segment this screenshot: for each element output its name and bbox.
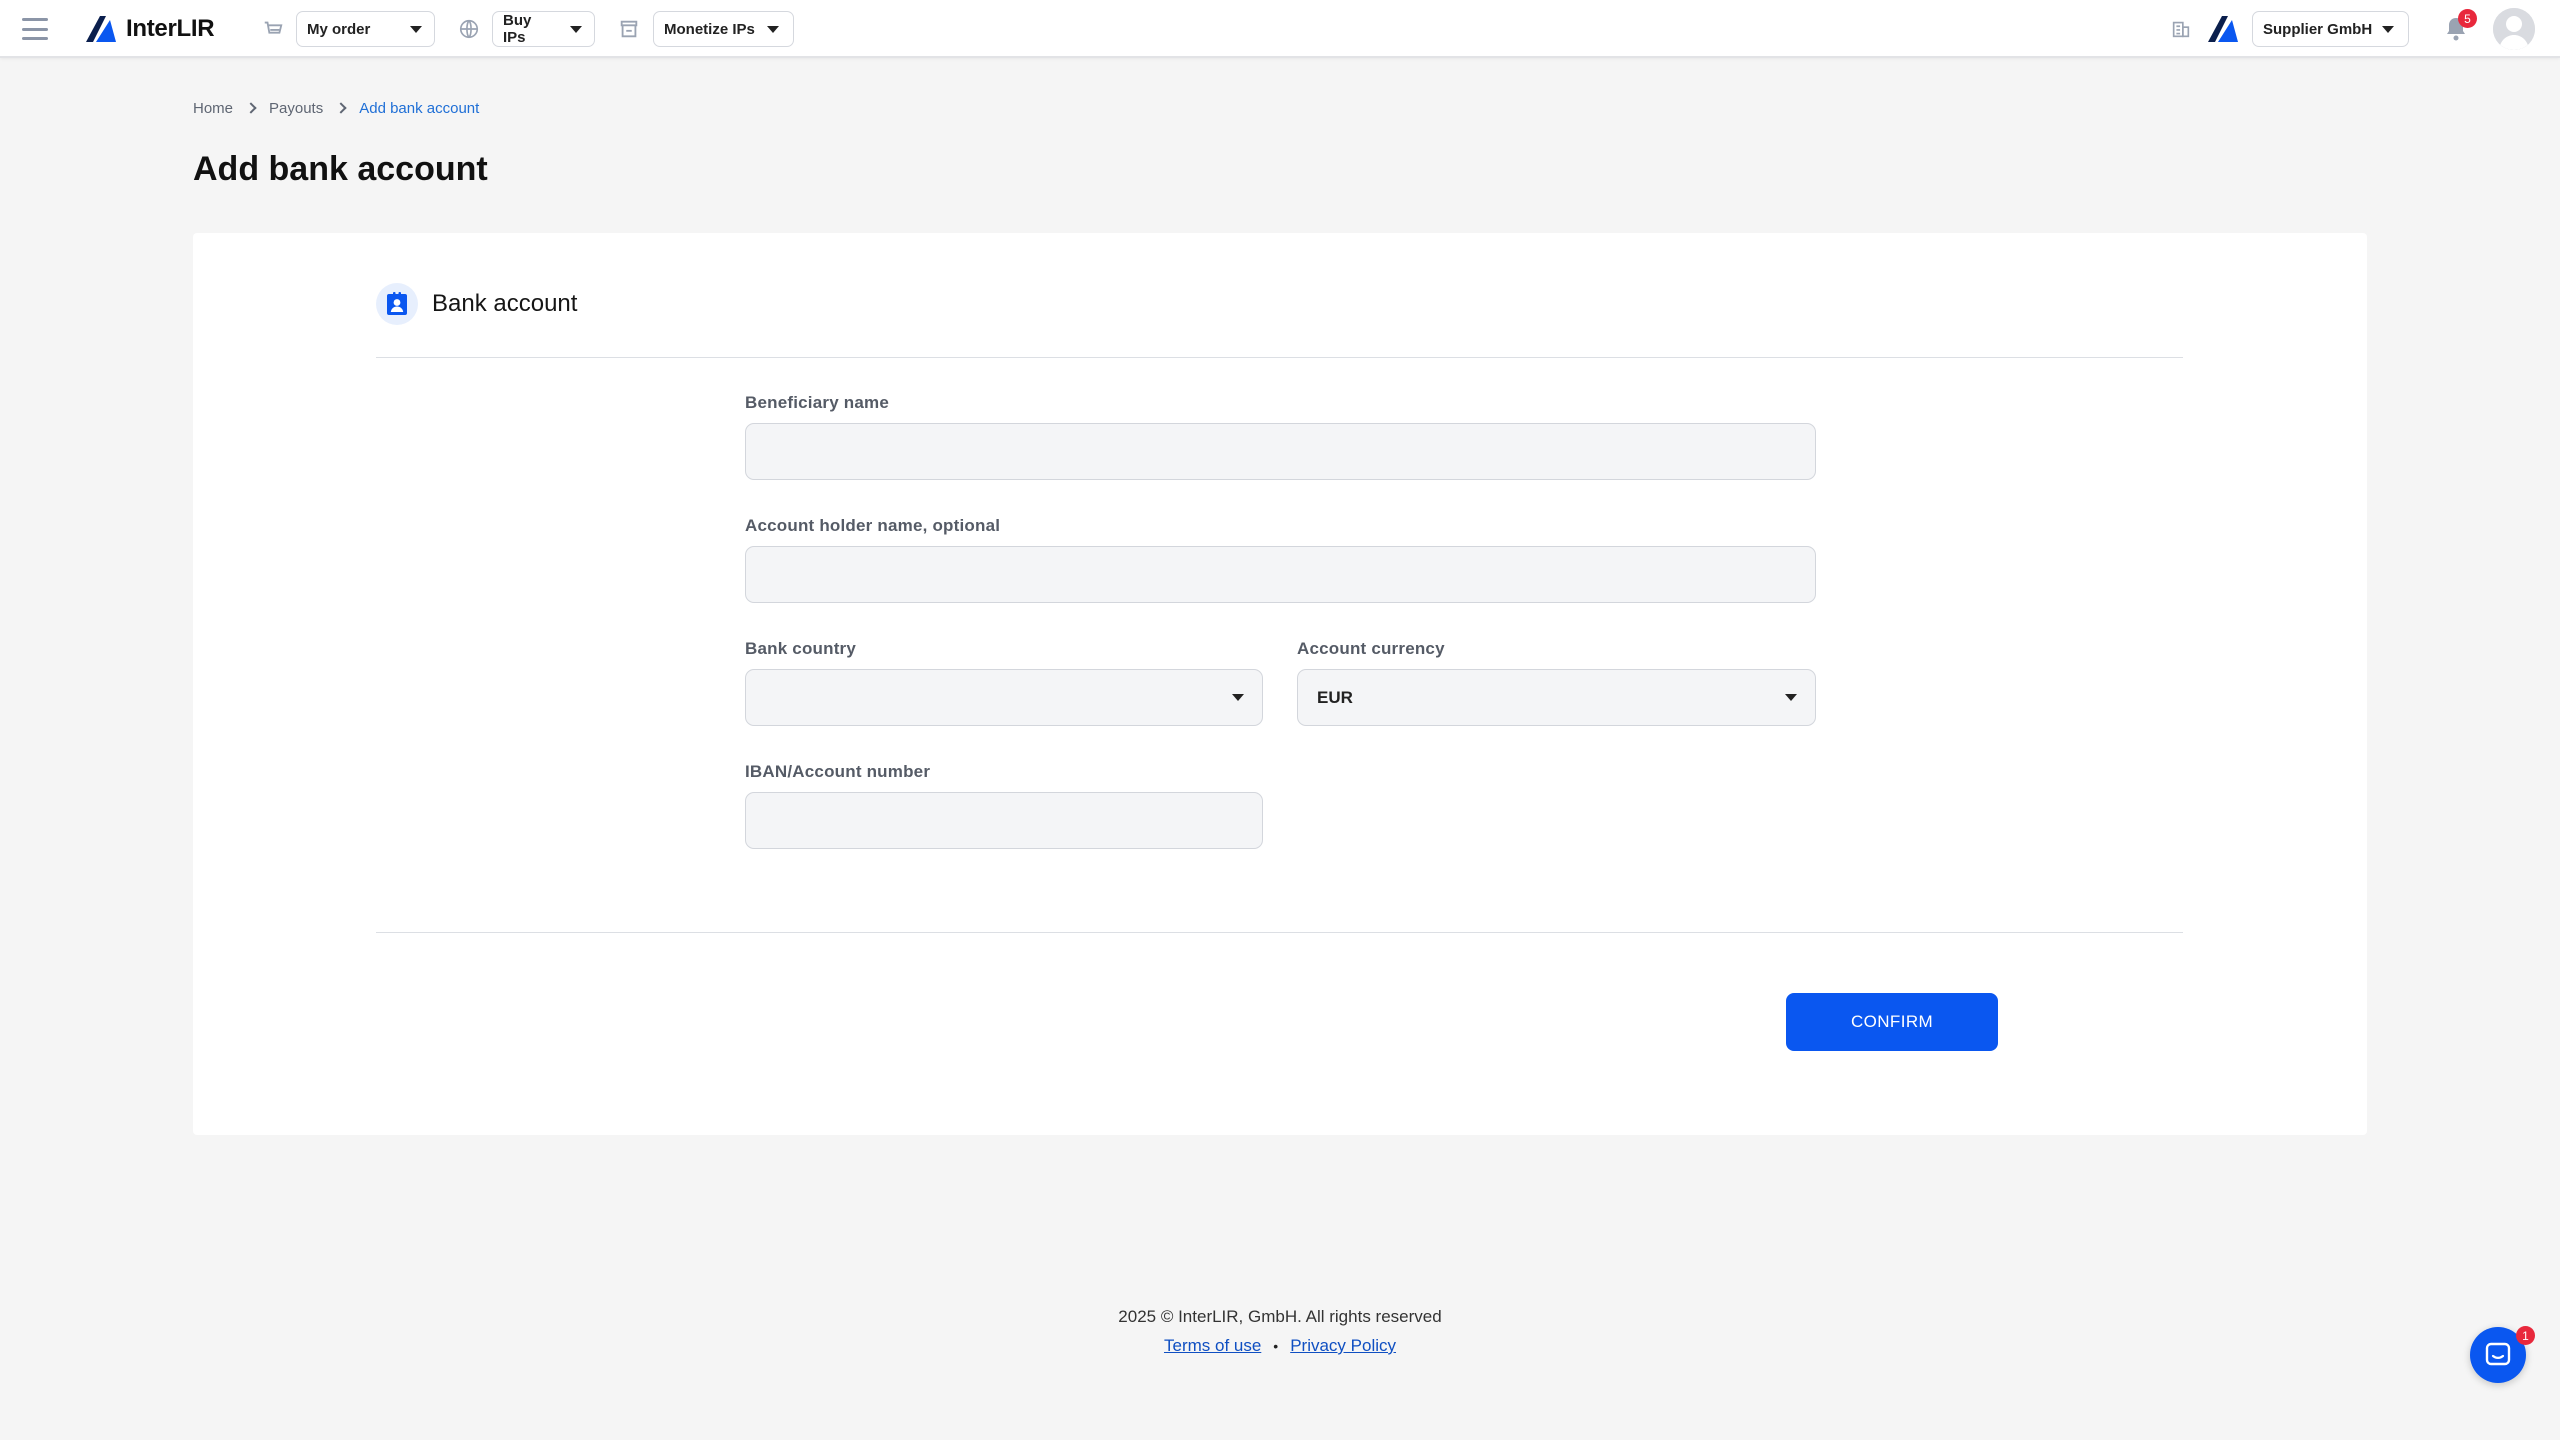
company-logo-icon xyxy=(2208,16,2238,42)
bank-country-select[interactable] xyxy=(745,669,1263,726)
footer-copyright: 2025 © InterLIR, GmbH. All rights reserv… xyxy=(1118,1307,1442,1326)
hamburger-icon[interactable] xyxy=(22,18,48,40)
footer-separator: • xyxy=(1273,1338,1279,1354)
chevron-right-icon xyxy=(245,102,257,114)
beneficiary-name-input[interactable] xyxy=(745,423,1816,480)
chevron-right-icon xyxy=(335,102,347,114)
store-icon xyxy=(620,20,638,38)
account-currency-label: Account currency xyxy=(1297,639,1445,658)
building-icon xyxy=(2172,21,2190,38)
bank-country-label: Bank country xyxy=(745,639,857,658)
globe-network-icon xyxy=(459,19,479,39)
iban-input[interactable] xyxy=(745,792,1263,849)
chevron-down-icon xyxy=(570,25,582,33)
page-title: Add bank account xyxy=(193,150,488,188)
footer-divider xyxy=(376,932,2183,933)
chevron-down-icon xyxy=(1785,694,1797,701)
my-order-dropdown[interactable]: My order xyxy=(296,11,435,47)
my-order-label: My order xyxy=(307,20,371,38)
chevron-down-icon xyxy=(1232,694,1244,701)
avatar-silhouette-icon xyxy=(2493,8,2535,50)
breadcrumb-payouts[interactable]: Payouts xyxy=(269,100,323,117)
contact-card-icon xyxy=(376,283,418,325)
privacy-policy-link[interactable]: Privacy Policy xyxy=(1290,1336,1396,1356)
account-holder-label: Account holder name, optional xyxy=(745,516,1001,535)
account-currency-value: EUR xyxy=(1317,687,1353,707)
chat-bubble-icon xyxy=(2485,1342,2511,1366)
beneficiary-name-label: Beneficiary name xyxy=(745,393,889,412)
section-title: Bank account xyxy=(432,290,578,317)
company-name: Supplier GmbH xyxy=(2263,20,2373,38)
buy-ips-label: Buy IPs xyxy=(503,12,532,46)
breadcrumb-home[interactable]: Home xyxy=(193,100,233,117)
cart-icon xyxy=(264,21,283,34)
notification-badge: 5 xyxy=(2458,9,2477,28)
iban-label: IBAN/Account number xyxy=(745,762,931,781)
monetize-ips-label: Monetize IPs xyxy=(664,20,755,38)
confirm-button[interactable]: CONFIRM xyxy=(1786,993,1998,1051)
bank-account-card: Bank account Beneficiary name Account ho… xyxy=(193,233,2367,1135)
chat-badge: 1 xyxy=(2516,1326,2535,1345)
section-header: Bank account xyxy=(376,283,577,325)
chevron-down-icon xyxy=(2382,25,2394,33)
breadcrumb-current: Add bank account xyxy=(359,99,480,117)
interlir-logo-icon xyxy=(86,16,116,42)
brand-logo[interactable]: InterLIR xyxy=(84,12,215,46)
account-holder-input[interactable] xyxy=(745,546,1816,603)
contact-card-glyph xyxy=(387,292,407,315)
top-bar: InterLIR My order Buy IPs Monetize IPs S… xyxy=(0,0,2560,58)
chevron-down-icon xyxy=(766,25,779,33)
chevron-down-icon xyxy=(410,25,422,33)
buy-ips-dropdown[interactable]: Buy IPs xyxy=(492,11,595,47)
breadcrumb: Home Payouts Add bank account xyxy=(193,98,479,118)
monetize-ips-dropdown[interactable]: Monetize IPs xyxy=(653,11,794,47)
section-divider xyxy=(376,357,2183,358)
user-avatar-icon[interactable] xyxy=(2493,8,2535,50)
footer-links: Terms of use • Privacy Policy xyxy=(0,1336,2560,1356)
account-currency-select[interactable]: EUR xyxy=(1297,669,1816,726)
terms-of-use-link[interactable]: Terms of use xyxy=(1164,1336,1261,1356)
company-switcher-dropdown[interactable]: Supplier GmbH xyxy=(2252,11,2409,47)
brand-name: InterLIR xyxy=(126,15,215,42)
